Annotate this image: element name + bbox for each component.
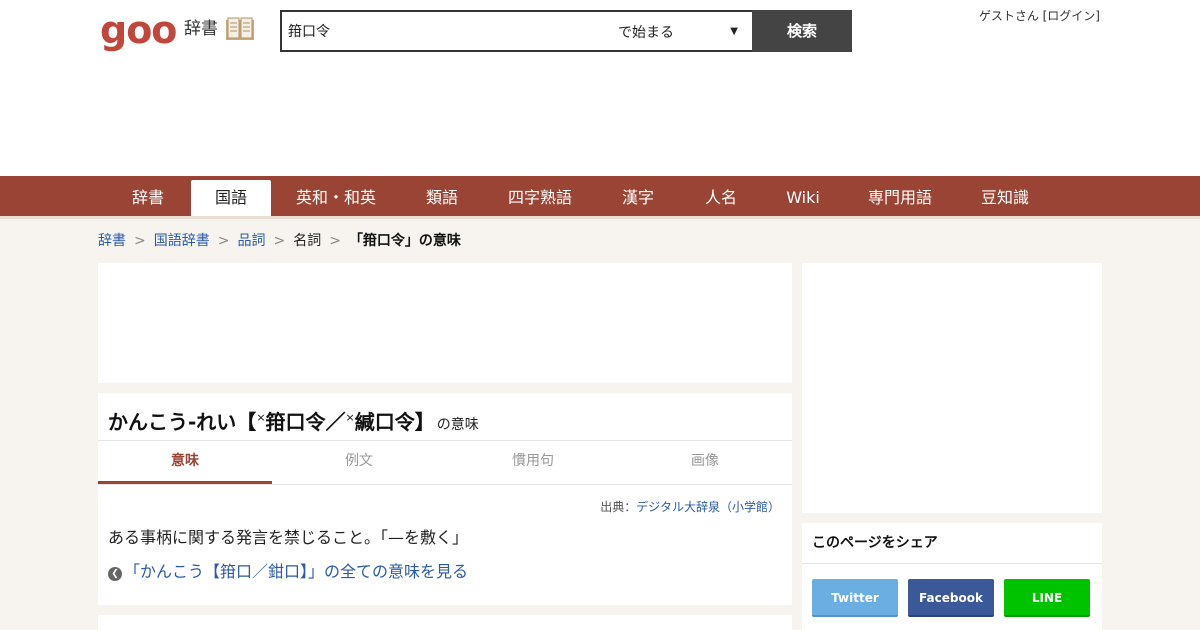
dropdown-arrow-icon: ▼ bbox=[730, 26, 738, 37]
breadcrumb-separator: > bbox=[134, 233, 146, 249]
nav-tab-wiki[interactable]: Wiki bbox=[765, 180, 841, 216]
search-mode-select[interactable]: で始まる ▼ bbox=[618, 12, 754, 50]
share-panel: このページをシェア Twitter Facebook LINE bbox=[802, 523, 1102, 630]
nav-tab-terms[interactable]: 専門用語 bbox=[857, 180, 943, 216]
headword-kanji: 緘口令 bbox=[354, 410, 415, 434]
nav-tab-yojijukugo[interactable]: 四字熟語 bbox=[496, 180, 584, 216]
nav-tab-english[interactable]: 英和・和英 bbox=[284, 180, 388, 216]
category-nav: 辞書 国語 英和・和英 類語 四字熟語 漢字 人名 Wiki 専門用語 豆知識 bbox=[0, 176, 1200, 216]
non-joyo-mark: × bbox=[256, 411, 266, 424]
site-header: goo 辞書 で始まる ▼ 検索 ゲストさん [ログイン] bbox=[0, 0, 1200, 176]
source-link[interactable]: デジタル大辞泉（小学館） bbox=[636, 500, 780, 514]
tab-images[interactable]: 画像 bbox=[618, 441, 792, 485]
breadcrumb: 辞書 > 国語辞書 > 品詞 > 名詞 > 「箝口令」の意味 bbox=[98, 231, 461, 251]
tab-examples[interactable]: 例文 bbox=[272, 441, 446, 485]
chevron-left-circle-icon: ❮ bbox=[108, 567, 122, 581]
share-facebook-button[interactable]: Facebook bbox=[908, 579, 994, 617]
goo-logo[interactable]: goo bbox=[100, 8, 177, 52]
dictionary-label[interactable]: 辞書 bbox=[184, 18, 218, 40]
nav-divider bbox=[0, 216, 1200, 219]
user-login-link[interactable]: ゲストさん [ログイン] bbox=[960, 8, 1100, 24]
tab-meaning[interactable]: 意味 bbox=[98, 441, 272, 485]
breadcrumb-separator: > bbox=[273, 233, 286, 249]
ad-sidebar bbox=[802, 263, 1102, 513]
share-twitter-button[interactable]: Twitter bbox=[812, 579, 898, 617]
ad-banner bbox=[98, 263, 792, 383]
nav-tab-names[interactable]: 人名 bbox=[683, 180, 759, 216]
share-title: このページをシェア bbox=[812, 535, 938, 551]
tab-idioms[interactable]: 慣用句 bbox=[446, 441, 620, 485]
share-line-button[interactable]: LINE bbox=[1004, 579, 1090, 617]
non-joyo-mark: × bbox=[345, 411, 355, 424]
nav-tab-dictionary[interactable]: 辞書 bbox=[110, 180, 186, 216]
entry-source: 出典：デジタル大辞泉（小学館） bbox=[600, 499, 780, 515]
nav-tab-trivia[interactable]: 豆知識 bbox=[962, 180, 1048, 216]
headword-bracket: 】 bbox=[414, 410, 435, 434]
entry-title-suffix: の意味 bbox=[436, 417, 479, 433]
breadcrumb-link-dictionary[interactable]: 辞書 bbox=[98, 233, 126, 249]
nav-tab-thesaurus[interactable]: 類語 bbox=[404, 180, 480, 216]
headword-reading: かんこう-れい【 bbox=[108, 410, 257, 434]
headword-kanji: 箝口令／ bbox=[265, 410, 346, 434]
breadcrumb-link-pos[interactable]: 品詞 bbox=[237, 233, 265, 249]
all-meanings-link[interactable]: ❮ 「かんこう【箝口／鉗口】」の全ての意味を見る bbox=[108, 561, 468, 583]
breadcrumb-link-japanese[interactable]: 国語辞書 bbox=[154, 233, 210, 249]
nav-tab-kanji[interactable]: 漢字 bbox=[600, 180, 676, 216]
next-section bbox=[98, 615, 792, 630]
breadcrumb-page: 「箝口令」の意味 bbox=[348, 233, 461, 249]
search-button[interactable]: 検索 bbox=[752, 10, 852, 52]
nav-tab-japanese[interactable]: 国語 bbox=[191, 180, 271, 216]
search-mode-label: で始まる bbox=[618, 25, 674, 41]
breadcrumb-separator: > bbox=[217, 233, 230, 249]
source-label: 出典： bbox=[600, 500, 637, 514]
dictionary-entry: かんこう-れい【×箝口令／×緘口令】 の意味 意味 例文 慣用句 画像 出典：デジ… bbox=[98, 393, 792, 605]
breadcrumb-current: 名詞 bbox=[293, 233, 322, 249]
search-input[interactable] bbox=[282, 12, 602, 50]
entry-title: かんこう-れい【×箝口令／×緘口令】 の意味 bbox=[108, 403, 479, 434]
divider bbox=[802, 563, 1102, 564]
breadcrumb-separator: > bbox=[329, 233, 341, 249]
divider bbox=[98, 484, 792, 485]
book-icon bbox=[226, 17, 254, 40]
entry-definition: ある事柄に関する発言を禁じること。「—を敷く」 bbox=[108, 528, 469, 547]
entry-headword: かんこう-れい【×箝口令／×緘口令】 bbox=[108, 410, 435, 434]
all-meanings-label: 「かんこう【箝口／鉗口】」の全ての意味を見る bbox=[124, 562, 469, 581]
search-box: で始まる ▼ bbox=[280, 10, 754, 52]
